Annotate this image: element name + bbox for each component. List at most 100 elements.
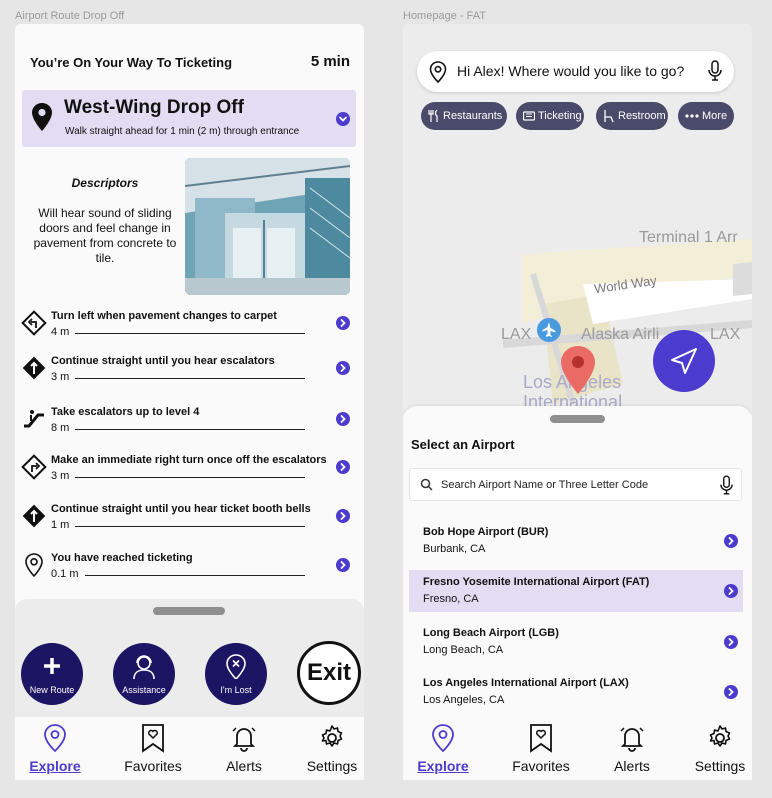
airport-city: Burbank, CA <box>423 543 486 555</box>
tab-label: Favorites <box>124 758 182 774</box>
map-marker-icon[interactable] <box>561 346 595 394</box>
chip-restaurants[interactable]: Restaurants <box>421 102 507 130</box>
chevron-right-icon[interactable] <box>336 460 350 474</box>
step-text: Continue straight until you hear ticket … <box>51 503 311 515</box>
map-label-alaska: Alaska Airli <box>581 326 660 343</box>
sheet-handle[interactable] <box>550 415 605 423</box>
lost-button[interactable]: I'm Lost <box>205 643 267 705</box>
chip-more[interactable]: More <box>678 102 734 130</box>
step-text: You have reached ticketing <box>51 552 193 564</box>
step-item[interactable]: Take escalators up to level 4 8 m <box>15 402 364 446</box>
tab-favorites[interactable]: Favorites <box>501 717 581 780</box>
step-distance: 4 m <box>51 326 70 338</box>
step-distance: 1 m <box>51 519 70 531</box>
exit-button[interactable]: Exit <box>297 641 361 705</box>
step-distance: 8 m <box>51 422 70 434</box>
tab-settings[interactable]: Settings <box>292 717 364 780</box>
descriptors-text: Will hear sound of sliding doors and fee… <box>33 206 177 265</box>
step-distance: 3 m <box>51 470 70 482</box>
microphone-icon[interactable] <box>708 60 722 82</box>
new-route-label: New Route <box>29 685 75 695</box>
plus-icon <box>44 658 60 674</box>
bell-icon <box>232 727 256 752</box>
map-label-terminal: Terminal 1 Arr <box>639 229 738 246</box>
search-prompt: Hi Alex! Where would you like to go? <box>457 63 685 79</box>
tab-label: Explore <box>29 758 81 774</box>
airport-search-placeholder: Search Airport Name or Three Letter Code <box>441 479 649 491</box>
bell-icon <box>620 727 644 752</box>
chip-restroom[interactable]: Restroom <box>596 102 668 130</box>
airport-search-field[interactable]: Search Airport Name or Three Letter Code <box>409 468 742 501</box>
airport-name: Fresno Yosemite International Airport (F… <box>423 576 650 588</box>
route-title: You’re On Your Way To Ticketing <box>30 55 233 70</box>
location-pin-icon <box>429 61 447 83</box>
step-item[interactable]: Continue straight until you hear ticket … <box>15 499 364 543</box>
chevron-right-icon[interactable] <box>336 316 350 330</box>
tab-label: Alerts <box>226 758 262 774</box>
chevron-right-icon[interactable] <box>336 361 350 375</box>
bottom-tab-bar: Explore Favorites Alerts Settings <box>15 717 364 780</box>
step-item[interactable]: Continue straight until you hear escalat… <box>15 351 364 395</box>
chevron-right-icon[interactable] <box>336 558 350 572</box>
home-screen: Terminal 1 Arr World Way LAX Alaska Airl… <box>403 24 752 780</box>
search-bar[interactable]: Hi Alex! Where would you like to go? <box>417 51 734 92</box>
step-text: Take escalators up to level 4 <box>51 406 200 418</box>
step-item[interactable]: You have reached ticketing 0.1 m <box>15 548 364 592</box>
chevron-right-icon[interactable] <box>724 635 738 649</box>
sheet-handle[interactable] <box>153 607 225 615</box>
step-distance: 3 m <box>51 371 70 383</box>
tab-favorites[interactable]: Favorites <box>113 717 193 780</box>
utensils-icon <box>428 109 438 122</box>
step-distance: 0.1 m <box>51 568 79 580</box>
navigate-button[interactable] <box>653 330 715 392</box>
tab-explore[interactable]: Explore <box>15 717 95 780</box>
more-icon <box>685 114 699 118</box>
select-airport-title: Select an Airport <box>411 437 515 452</box>
chevron-down-icon[interactable] <box>336 112 350 126</box>
ticket-icon <box>523 111 535 121</box>
airport-item[interactable]: Fresno Yosemite International Airport (F… <box>409 570 743 612</box>
step-item[interactable]: Make an immediate right turn once off th… <box>15 450 364 494</box>
route-screen: You’re On Your Way To Ticketing 5 min We… <box>15 24 364 780</box>
route-header: You’re On Your Way To Ticketing 5 min <box>15 24 364 88</box>
frame-label-left: Airport Route Drop Off <box>15 10 125 22</box>
step-divider <box>85 575 305 576</box>
map-view[interactable]: Terminal 1 Arr World Way LAX Alaska Airl… <box>403 24 752 414</box>
assistance-button[interactable]: Assistance <box>113 643 175 705</box>
step-text: Continue straight until you hear escalat… <box>51 355 275 367</box>
support-agent-icon <box>133 655 155 679</box>
step-divider <box>75 477 305 478</box>
microphone-icon[interactable] <box>720 475 733 496</box>
step-text: Turn left when pavement changes to carpe… <box>51 310 277 322</box>
lost-label: I'm Lost <box>220 685 252 695</box>
new-route-button[interactable]: New Route <box>21 643 83 705</box>
tab-label: Settings <box>306 758 358 774</box>
chip-ticketing[interactable]: Ticketing <box>516 102 584 130</box>
chevron-right-icon[interactable] <box>724 685 738 699</box>
airport-item[interactable]: Long Beach Airport (LGB) Long Beach, CA <box>409 621 743 663</box>
chevron-right-icon[interactable] <box>336 509 350 523</box>
tab-settings[interactable]: Settings <box>680 717 752 780</box>
dropoff-card[interactable]: West-Wing Drop Off Walk straight ahead f… <box>22 90 356 147</box>
step-item[interactable]: Turn left when pavement changes to carpe… <box>15 306 364 350</box>
chevron-right-icon[interactable] <box>724 534 738 548</box>
descriptors-title: Descriptors <box>71 176 139 190</box>
tab-explore[interactable]: Explore <box>403 717 483 780</box>
tab-alerts[interactable]: Alerts <box>204 717 284 780</box>
gear-icon <box>321 725 343 747</box>
tab-label: Favorites <box>512 758 570 774</box>
chevron-right-icon[interactable] <box>336 412 350 426</box>
straight-sign-icon <box>22 356 46 380</box>
airport-city: Fresno, CA <box>423 593 479 605</box>
airport-item[interactable]: Bob Hope Airport (BUR) Burbank, CA <box>409 520 743 562</box>
tab-label: Settings <box>694 758 746 774</box>
airport-item[interactable]: Los Angeles International Airport (LAX) … <box>409 671 743 713</box>
eta-label: 5 min <box>310 53 350 70</box>
tab-alerts[interactable]: Alerts <box>592 717 672 780</box>
tab-label: Alerts <box>614 758 650 774</box>
chevron-right-icon[interactable] <box>724 584 738 598</box>
turn-right-sign-icon <box>21 454 47 480</box>
action-sheet: New Route Assistance I'm Lost Exit <box>15 599 364 719</box>
navigation-arrow-icon <box>671 348 697 374</box>
dropoff-instruction: Walk straight ahead for 1 min (2 m) thro… <box>65 126 300 137</box>
